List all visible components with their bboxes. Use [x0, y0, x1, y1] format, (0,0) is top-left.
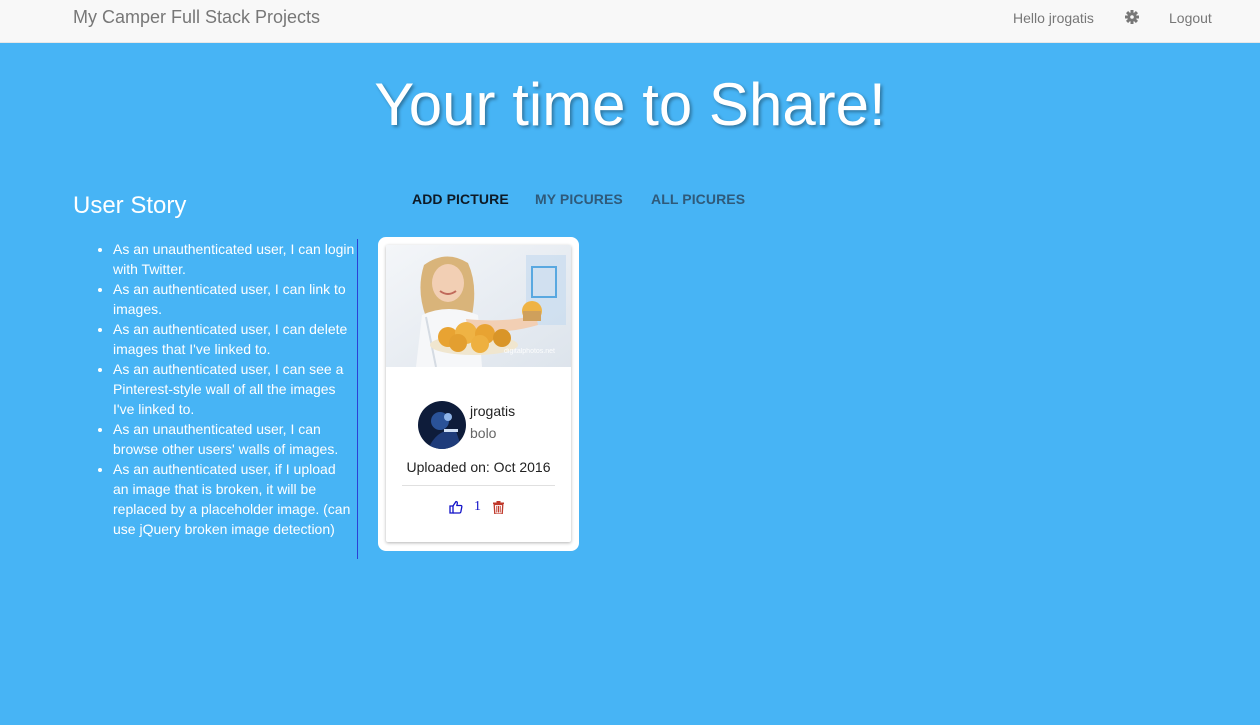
- user-story-item: As an authenticated user, I can link to …: [113, 279, 355, 319]
- card-description: bolo: [470, 425, 497, 441]
- like-count: 1: [474, 499, 481, 514]
- user-story-item: As an authenticated user, I can delete i…: [113, 319, 355, 359]
- user-story-item: As an unauthenticated user, I can browse…: [113, 419, 355, 459]
- picture-card-wrapper: digitalphotos.net jrogatis bolo Uploaded…: [378, 237, 579, 551]
- logout-link[interactable]: Logout: [1169, 9, 1212, 27]
- card-divider: [402, 485, 555, 486]
- tab-my-pictures[interactable]: MY PICURES: [535, 190, 623, 208]
- page-title: Your time to Share!: [374, 71, 886, 138]
- trash-icon[interactable]: [493, 501, 504, 515]
- brand-link[interactable]: My Camper Full Stack Projects: [73, 7, 320, 27]
- user-greeting[interactable]: Hello jrogatis: [1013, 9, 1094, 27]
- svg-text:digitalphotos.net: digitalphotos.net: [504, 348, 555, 355]
- picture-image[interactable]: digitalphotos.net: [386, 245, 571, 367]
- navbar: My Camper Full Stack Projects Hello jrog…: [0, 0, 1260, 43]
- gear-icon[interactable]: [1125, 9, 1139, 25]
- card-user-name[interactable]: jrogatis: [470, 402, 515, 420]
- avatar[interactable]: [418, 401, 466, 449]
- upload-date: Uploaded on: Oct 2016: [406, 459, 551, 475]
- user-story-list: As an unauthenticated user, I can login …: [93, 239, 355, 539]
- user-story-item: As an unauthenticated user, I can login …: [113, 239, 355, 279]
- user-story-item: As an authenticated user, if I upload an…: [113, 459, 355, 539]
- section-divider: [357, 239, 358, 559]
- picture-card: digitalphotos.net jrogatis bolo Uploaded…: [386, 245, 571, 542]
- tab-add-picture[interactable]: ADD PICTURE: [412, 190, 509, 208]
- thumbs-up-icon[interactable]: [449, 500, 463, 514]
- user-story-title: User Story: [73, 192, 187, 219]
- user-story-item: As an authenticated user, I can see a Pi…: [113, 359, 355, 419]
- tab-all-pictures[interactable]: ALL PICURES: [651, 190, 745, 208]
